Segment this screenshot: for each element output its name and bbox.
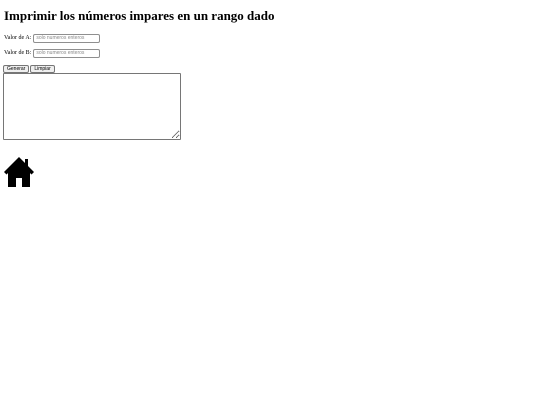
field-row-a: Valor de A: bbox=[4, 32, 101, 44]
button-row: Generar Limpiar bbox=[3, 65, 55, 73]
field-b-label: Valor de B: bbox=[4, 50, 32, 56]
value-a-input[interactable] bbox=[33, 33, 101, 43]
clear-button[interactable]: Limpiar bbox=[30, 65, 55, 73]
field-row-b: Valor de B: bbox=[4, 47, 101, 59]
home-icon bbox=[4, 157, 34, 187]
home-link[interactable] bbox=[3, 156, 35, 188]
field-a-label: Valor de A: bbox=[4, 35, 32, 41]
output-textarea[interactable] bbox=[3, 73, 181, 140]
generate-button[interactable]: Generar bbox=[3, 65, 30, 73]
page-title: Imprimir los números impares en un rango… bbox=[4, 8, 275, 23]
value-b-input[interactable] bbox=[33, 48, 101, 58]
